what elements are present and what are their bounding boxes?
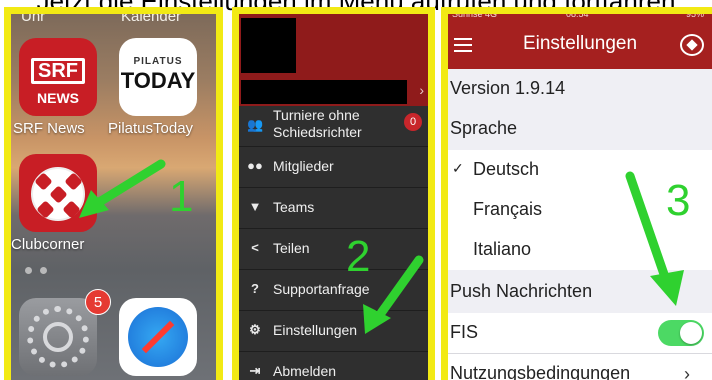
arrow-to-clubcorner — [79, 159, 166, 218]
arrow-to-fis-toggle — [625, 171, 684, 306]
tutorial-image: Jetzt die Einstellungen im Menü aufrufen… — [0, 0, 712, 380]
settings-panel: Sunrise 4G 08:54 95% Einstellungen Versi… — [441, 7, 712, 380]
side-menu-panel: › 👥 Turniere ohne Schiedsrichter 0 ●● Mi… — [232, 7, 435, 380]
home-screen-panel: Uhr Kalender SRF NEWS SRF News PILATUS T… — [4, 7, 223, 380]
arrow-to-einstellungen — [363, 255, 424, 334]
